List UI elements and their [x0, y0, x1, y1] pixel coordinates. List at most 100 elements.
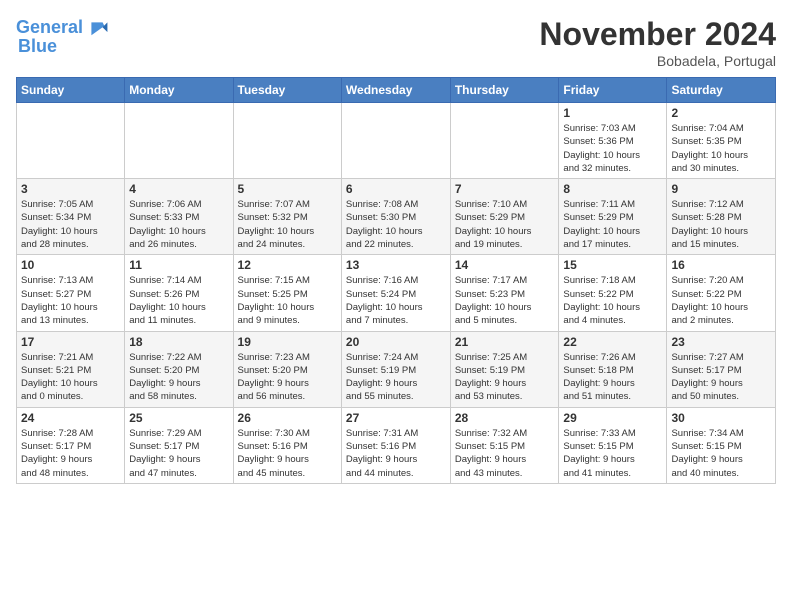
calendar-cell: 29Sunrise: 7:33 AMSunset: 5:15 PMDayligh…	[559, 407, 667, 483]
day-info: Sunrise: 7:03 AMSunset: 5:36 PMDaylight:…	[563, 122, 662, 175]
day-info: Sunrise: 7:24 AMSunset: 5:19 PMDaylight:…	[346, 351, 446, 404]
calendar-cell: 14 Sunrise: 7:17 AMSunset: 5:23 PMDayligh…	[450, 255, 559, 331]
calendar-cell: 17Sunrise: 7:21 AMSunset: 5:21 PMDayligh…	[17, 331, 125, 407]
calendar-cell: 16 Sunrise: 7:20 AMSunset: 5:22 PMDayligh…	[667, 255, 776, 331]
calendar-cell: 9 Sunrise: 7:12 AMSunset: 5:28 PMDaylight…	[667, 179, 776, 255]
day-info: Sunrise: 7:13 AMSunset: 5:27 PMDaylight:…	[21, 274, 120, 327]
column-header-sunday: Sunday	[17, 78, 125, 103]
calendar-cell: 23 Sunrise: 7:27 AMSunset: 5:17 PMDayligh…	[667, 331, 776, 407]
title-block: November 2024 Bobadela, Portugal	[539, 16, 776, 69]
day-number: 1	[563, 106, 662, 120]
day-number: 15	[563, 258, 662, 272]
location: Bobadela, Portugal	[539, 53, 776, 69]
day-info: Sunrise: 7:07 AMSunset: 5:32 PMDaylight:…	[238, 198, 337, 251]
day-info: Sunrise: 7:15 AMSunset: 5:25 PMDaylight:…	[238, 274, 337, 327]
calendar-cell: 25 Sunrise: 7:29 AMSunset: 5:17 PMDayligh…	[125, 407, 233, 483]
day-number: 28	[455, 411, 555, 425]
day-info: Sunrise: 7:12 AMSunset: 5:28 PMDaylight:…	[671, 198, 771, 251]
day-info: Sunrise: 7:14 AMSunset: 5:26 PMDaylight:…	[129, 274, 228, 327]
calendar-cell: 28 Sunrise: 7:32 AMSunset: 5:15 PMDayligh…	[450, 407, 559, 483]
day-number: 19	[238, 335, 337, 349]
calendar-cell: 22Sunrise: 7:26 AMSunset: 5:18 PMDayligh…	[559, 331, 667, 407]
day-number: 6	[346, 182, 446, 196]
calendar-cell	[450, 103, 559, 179]
calendar-cell: 24 Sunrise: 7:28 AMSunset: 5:17 PMDayligh…	[17, 407, 125, 483]
day-info: Sunrise: 7:10 AMSunset: 5:29 PMDaylight:…	[455, 198, 555, 251]
day-info: Sunrise: 7:23 AMSunset: 5:20 PMDaylight:…	[238, 351, 337, 404]
calendar-cell	[125, 103, 233, 179]
day-number: 30	[671, 411, 771, 425]
day-number: 11	[129, 258, 228, 272]
day-info: Sunrise: 7:18 AMSunset: 5:22 PMDaylight:…	[563, 274, 662, 327]
day-info: Sunrise: 7:29 AMSunset: 5:17 PMDaylight:…	[129, 427, 228, 480]
calendar-cell: 1 Sunrise: 7:03 AMSunset: 5:36 PMDaylight…	[559, 103, 667, 179]
calendar-cell: 19 Sunrise: 7:23 AMSunset: 5:20 PMDayligh…	[233, 331, 341, 407]
day-info: Sunrise: 7:08 AMSunset: 5:30 PMDaylight:…	[346, 198, 446, 251]
day-info: Sunrise: 7:28 AMSunset: 5:17 PMDaylight:…	[21, 427, 120, 480]
day-number: 18	[129, 335, 228, 349]
calendar-cell: 3Sunrise: 7:05 AMSunset: 5:34 PMDaylight…	[17, 179, 125, 255]
day-number: 14	[455, 258, 555, 272]
day-number: 2	[671, 106, 771, 120]
day-number: 9	[671, 182, 771, 196]
day-info: Sunrise: 7:11 AMSunset: 5:29 PMDaylight:…	[563, 198, 662, 251]
page-header: General Blue November 2024 Bobadela, Por…	[16, 16, 776, 69]
logo-blue: Blue	[18, 36, 57, 57]
day-info: Sunrise: 7:32 AMSunset: 5:15 PMDaylight:…	[455, 427, 555, 480]
logo: General Blue	[16, 16, 109, 57]
day-number: 25	[129, 411, 228, 425]
calendar-cell: 27Sunrise: 7:31 AMSunset: 5:16 PMDayligh…	[341, 407, 450, 483]
day-info: Sunrise: 7:30 AMSunset: 5:16 PMDaylight:…	[238, 427, 337, 480]
calendar-week-1: 1 Sunrise: 7:03 AMSunset: 5:36 PMDaylight…	[17, 103, 776, 179]
day-number: 16	[671, 258, 771, 272]
day-number: 20	[346, 335, 446, 349]
day-number: 27	[346, 411, 446, 425]
day-info: Sunrise: 7:20 AMSunset: 5:22 PMDaylight:…	[671, 274, 771, 327]
day-info: Sunrise: 7:21 AMSunset: 5:21 PMDaylight:…	[21, 351, 120, 404]
day-number: 7	[455, 182, 555, 196]
day-info: Sunrise: 7:04 AMSunset: 5:35 PMDaylight:…	[671, 122, 771, 175]
logo-icon	[85, 16, 109, 40]
calendar-cell: 10Sunrise: 7:13 AMSunset: 5:27 PMDayligh…	[17, 255, 125, 331]
day-number: 12	[238, 258, 337, 272]
calendar-cell	[233, 103, 341, 179]
column-header-thursday: Thursday	[450, 78, 559, 103]
calendar-week-5: 24 Sunrise: 7:28 AMSunset: 5:17 PMDayligh…	[17, 407, 776, 483]
calendar-cell: 21Sunrise: 7:25 AMSunset: 5:19 PMDayligh…	[450, 331, 559, 407]
calendar-cell: 13Sunrise: 7:16 AMSunset: 5:24 PMDayligh…	[341, 255, 450, 331]
day-number: 26	[238, 411, 337, 425]
month-title: November 2024	[539, 16, 776, 53]
calendar-cell: 8 Sunrise: 7:11 AMSunset: 5:29 PMDaylight…	[559, 179, 667, 255]
day-info: Sunrise: 7:34 AMSunset: 5:15 PMDaylight:…	[671, 427, 771, 480]
calendar-cell: 5 Sunrise: 7:07 AMSunset: 5:32 PMDaylight…	[233, 179, 341, 255]
day-info: Sunrise: 7:17 AMSunset: 5:23 PMDaylight:…	[455, 274, 555, 327]
column-header-tuesday: Tuesday	[233, 78, 341, 103]
logo-text: General	[16, 18, 83, 38]
day-info: Sunrise: 7:06 AMSunset: 5:33 PMDaylight:…	[129, 198, 228, 251]
day-number: 4	[129, 182, 228, 196]
calendar-cell: 26 Sunrise: 7:30 AMSunset: 5:16 PMDayligh…	[233, 407, 341, 483]
day-number: 5	[238, 182, 337, 196]
calendar-cell: 2 Sunrise: 7:04 AMSunset: 5:35 PMDaylight…	[667, 103, 776, 179]
calendar-cell	[341, 103, 450, 179]
calendar-cell: 18Sunrise: 7:22 AMSunset: 5:20 PMDayligh…	[125, 331, 233, 407]
calendar-week-4: 17Sunrise: 7:21 AMSunset: 5:21 PMDayligh…	[17, 331, 776, 407]
calendar-header-row: SundayMondayTuesdayWednesdayThursdayFrid…	[17, 78, 776, 103]
day-info: Sunrise: 7:26 AMSunset: 5:18 PMDaylight:…	[563, 351, 662, 404]
day-info: Sunrise: 7:27 AMSunset: 5:17 PMDaylight:…	[671, 351, 771, 404]
day-number: 21	[455, 335, 555, 349]
day-number: 23	[671, 335, 771, 349]
calendar-cell: 30 Sunrise: 7:34 AMSunset: 5:15 PMDayligh…	[667, 407, 776, 483]
column-header-monday: Monday	[125, 78, 233, 103]
calendar-cell	[17, 103, 125, 179]
calendar-table: SundayMondayTuesdayWednesdayThursdayFrid…	[16, 77, 776, 484]
calendar-week-3: 10Sunrise: 7:13 AMSunset: 5:27 PMDayligh…	[17, 255, 776, 331]
calendar-cell: 11 Sunrise: 7:14 AMSunset: 5:26 PMDayligh…	[125, 255, 233, 331]
column-header-friday: Friday	[559, 78, 667, 103]
calendar-cell: 4 Sunrise: 7:06 AMSunset: 5:33 PMDaylight…	[125, 179, 233, 255]
day-number: 24	[21, 411, 120, 425]
calendar-cell: 12 Sunrise: 7:15 AMSunset: 5:25 PMDayligh…	[233, 255, 341, 331]
day-number: 8	[563, 182, 662, 196]
calendar-cell: 6 Sunrise: 7:08 AMSunset: 5:30 PMDaylight…	[341, 179, 450, 255]
calendar-cell: 15 Sunrise: 7:18 AMSunset: 5:22 PMDayligh…	[559, 255, 667, 331]
